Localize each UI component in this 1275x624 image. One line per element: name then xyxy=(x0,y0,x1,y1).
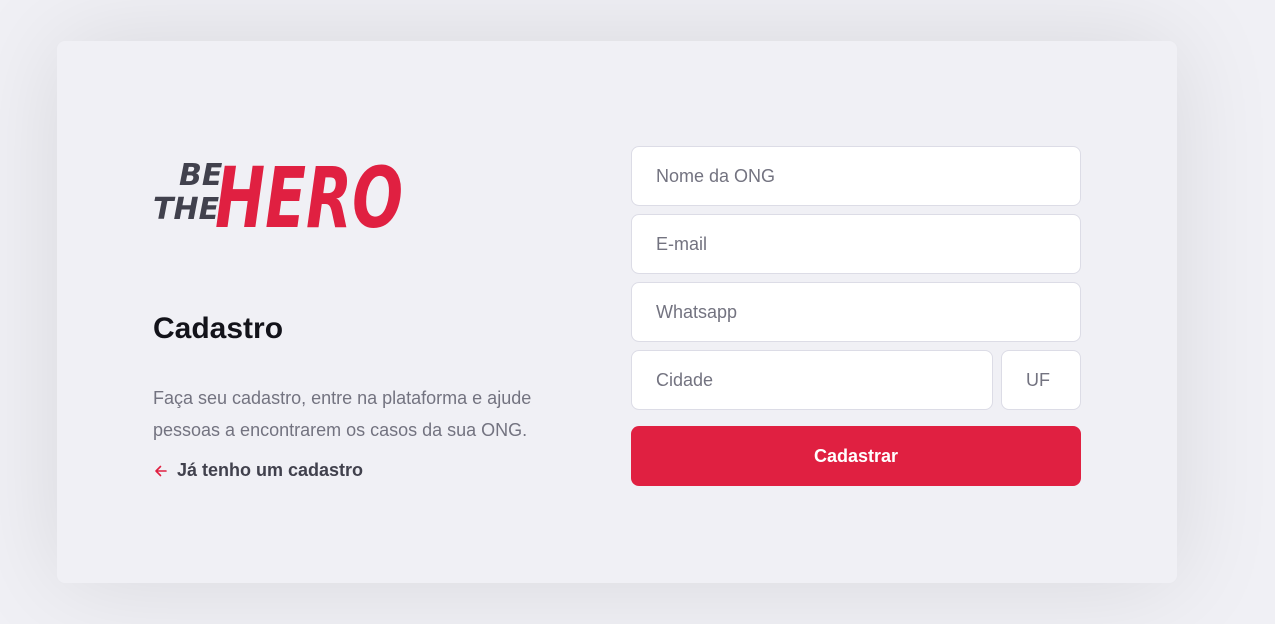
submit-button[interactable]: Cadastrar xyxy=(631,426,1081,486)
location-row xyxy=(631,350,1081,418)
register-form: Cadastrar xyxy=(631,146,1081,486)
ong-name-input[interactable] xyxy=(631,146,1081,206)
page-description: Faça seu cadastro, entre na plataforma e… xyxy=(153,388,532,440)
page-title: Cadastro xyxy=(153,312,284,345)
logo-the-text: THE xyxy=(153,192,220,227)
be-the-hero-logo: BE THE HERO xyxy=(153,149,403,245)
email-input[interactable] xyxy=(631,214,1081,274)
back-to-login-link[interactable]: Já tenho um cadastro xyxy=(153,460,363,481)
logo-hero-text: HERO xyxy=(215,149,403,245)
arrow-left-icon xyxy=(155,465,167,476)
uf-input[interactable] xyxy=(1001,350,1081,410)
back-link-label: Já tenho um cadastro xyxy=(177,460,364,480)
register-card: BE THE HERO Cadastro Faça seu cadastro, … xyxy=(57,41,1177,583)
city-input[interactable] xyxy=(631,350,993,410)
whatsapp-input[interactable] xyxy=(631,282,1081,342)
register-info: BE THE HERO Cadastro Faça seu cadastro, … xyxy=(153,135,553,480)
